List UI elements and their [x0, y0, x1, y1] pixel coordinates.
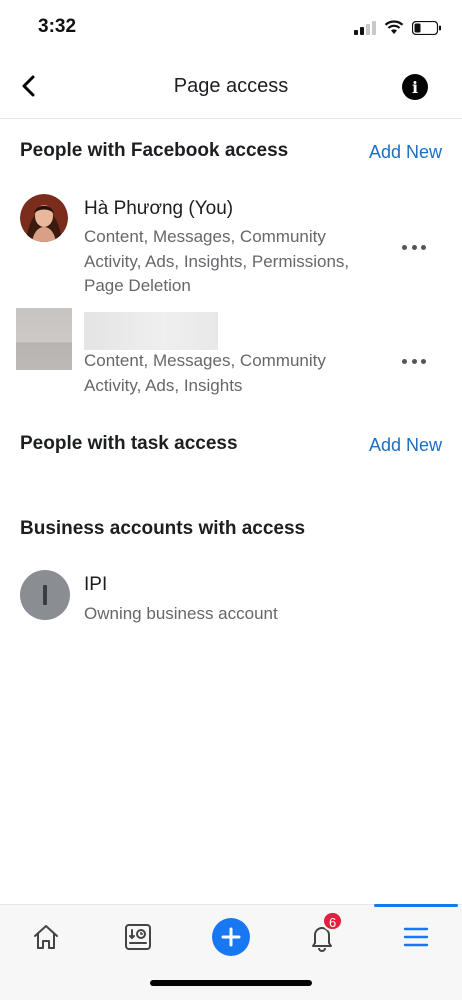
- tab-notifications[interactable]: 6: [302, 911, 344, 957]
- tab-menu[interactable]: [396, 917, 436, 957]
- create-icon: [212, 918, 250, 956]
- business-avatar: [20, 570, 70, 620]
- info-icon: i: [411, 77, 419, 97]
- business-logo-glyph: [43, 585, 47, 605]
- dot: [411, 358, 417, 364]
- business-access-section-title: Business accounts with access: [20, 518, 306, 539]
- more-options-button[interactable]: [402, 242, 426, 252]
- insights-icon: [125, 924, 151, 950]
- notification-badge: 6: [322, 911, 344, 931]
- dot: [421, 244, 426, 250]
- person-permissions: Content, Messages, Community Activity, A…: [84, 351, 326, 395]
- status-icons: [354, 20, 442, 35]
- dot: [402, 358, 407, 364]
- header-divider: [0, 118, 462, 119]
- info-button[interactable]: i: [402, 74, 428, 100]
- avatar: [16, 308, 72, 370]
- status-time: 3:32: [38, 16, 77, 37]
- dot: [421, 358, 426, 364]
- menu-icon: [403, 927, 429, 947]
- person-name: Hà Phương (You): [84, 198, 234, 219]
- active-tab-indicator: [374, 904, 458, 907]
- status-bar: 3:32: [0, 0, 462, 56]
- tab-insights[interactable]: [118, 917, 158, 957]
- home-icon: [34, 925, 58, 949]
- business-role: Owning business account: [84, 604, 278, 623]
- add-task-access-button[interactable]: Add New: [369, 435, 442, 456]
- avatar: [20, 194, 68, 242]
- wifi-icon: [384, 20, 404, 34]
- page-title: Page access: [173, 75, 289, 97]
- home-indicator: [150, 980, 312, 986]
- signal-icon: [354, 20, 376, 35]
- add-facebook-access-button[interactable]: Add New: [369, 142, 442, 163]
- navigation-header: Page access i: [0, 62, 462, 114]
- person-permissions: Content, Messages, Community Activity, A…: [84, 227, 350, 295]
- facebook-access-section-title: People with Facebook access: [20, 140, 289, 161]
- tab-home[interactable]: [26, 917, 66, 957]
- business-name: IPI: [84, 574, 108, 595]
- dot: [402, 244, 407, 250]
- battery-icon: [412, 20, 441, 35]
- tab-create[interactable]: [211, 917, 251, 957]
- more-options-button[interactable]: [402, 356, 426, 366]
- person-name: [84, 312, 218, 350]
- task-access-section-title: People with task access: [20, 433, 238, 454]
- dot: [411, 244, 417, 250]
